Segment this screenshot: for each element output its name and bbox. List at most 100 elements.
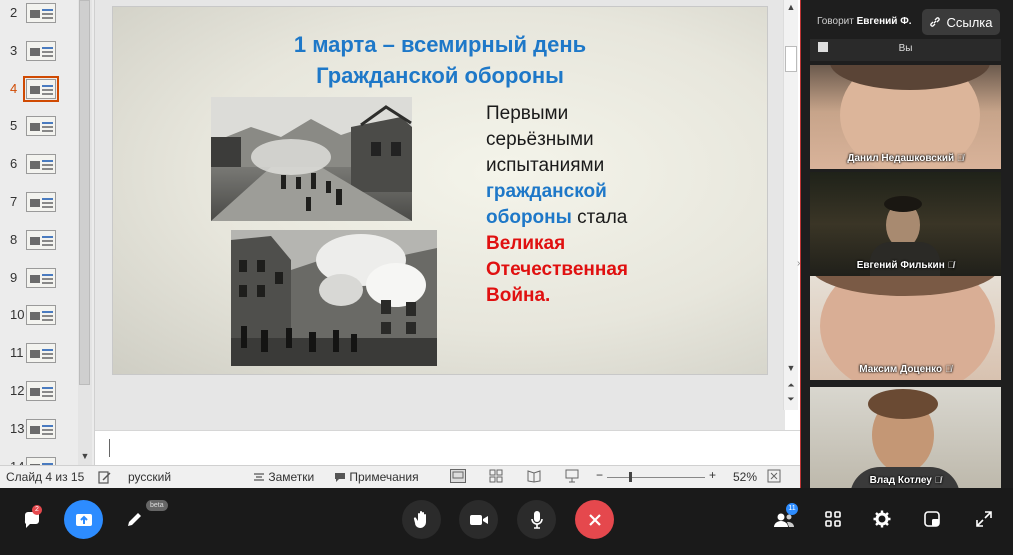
thumbnails-scroll-thumb[interactable] <box>79 0 90 385</box>
slide-thumbnail-number: 13 <box>10 420 25 436</box>
zoom-slider-track[interactable] <box>607 477 705 478</box>
hand-icon <box>413 510 426 528</box>
chat-badge: 2 <box>32 505 42 515</box>
slide-thumbnail[interactable]: 9 <box>0 264 80 290</box>
copy-link-button[interactable]: Ссылка <box>922 9 1000 35</box>
normal-view-button[interactable] <box>450 469 466 486</box>
leave-meeting-button[interactable] <box>575 500 614 539</box>
settings-button[interactable] <box>871 508 893 530</box>
comments-toggle-button[interactable]: Примечания <box>334 470 419 484</box>
speaking-prefix: Говорит <box>817 16 854 27</box>
slide-thumbnail[interactable]: 12 <box>0 377 80 403</box>
slide-thumbnail-number: 4 <box>10 80 18 96</box>
slide-text-line-4: гражданской <box>486 181 607 202</box>
slide-text-line-6: Великая <box>486 233 566 254</box>
whiteboard-button[interactable] <box>122 508 146 532</box>
slide-thumbnail-preview[interactable] <box>26 305 56 326</box>
share-screen-button[interactable] <box>64 500 103 539</box>
microphone-toggle-button[interactable] <box>517 500 556 539</box>
grid-icon <box>825 511 841 527</box>
layout-mode-button[interactable] <box>921 508 943 530</box>
gear-icon <box>873 510 891 528</box>
chat-button[interactable]: 2 <box>20 505 44 532</box>
slide-text-line-8: Война. <box>486 285 551 306</box>
slide-thumbnail-preview[interactable] <box>26 381 56 401</box>
slide-thumbnail-preview[interactable] <box>26 418 56 439</box>
participant-video-tile[interactable]: Влад Котлеу 🎙̸ <box>810 387 1001 491</box>
slide-thumbnail[interactable]: 4 <box>0 75 80 102</box>
slide-thumbnail[interactable]: 6 <box>0 150 80 176</box>
zoom-slider-handle[interactable] <box>629 472 632 482</box>
slide-title-line-2: Гражданской обороны <box>316 63 564 88</box>
slide-canvas-area: 1 марта – всемирный день Гражданской обо… <box>95 0 798 430</box>
scroll-down-arrow-icon[interactable]: ▼ <box>784 363 798 373</box>
speaker-notes-area[interactable] <box>95 430 800 466</box>
zoom-in-button[interactable]: + <box>709 468 716 482</box>
slide-thumbnail[interactable]: 3 <box>0 37 80 63</box>
zoom-level[interactable]: 52% <box>733 470 757 484</box>
slide-thumbnail[interactable]: 10 <box>0 301 80 327</box>
reading-view-button[interactable] <box>527 469 541 486</box>
slide-text-line-3: испытаниями <box>486 155 605 176</box>
slide-thumbnail[interactable]: 7 <box>0 188 80 214</box>
slide-sorter-icon <box>489 469 503 483</box>
participants-button[interactable]: 11 <box>771 503 798 532</box>
slide-thumbnail[interactable]: 2 <box>0 0 80 25</box>
war-photo-street-image <box>211 97 412 221</box>
thumbnails-scrollbar[interactable]: ▼ <box>78 0 92 465</box>
slide-thumbnail-preview[interactable] <box>26 40 56 61</box>
slide-thumbnail-preview[interactable] <box>23 75 59 102</box>
slide-thumbnail[interactable]: 5 <box>0 112 80 138</box>
mic-muted-icon: 🎙̸ <box>947 260 955 270</box>
participant-video-tile[interactable]: Данил Недашковский 🎙̸ <box>810 65 1001 169</box>
participant-video-tile[interactable]: Максим Доценко 🎙̸ <box>810 276 1001 380</box>
panel-collapse-handle[interactable]: › <box>797 258 800 269</box>
participant-name: Данил Недашковский 🎙̸ <box>847 153 964 164</box>
war-photo-burning-city <box>231 230 437 366</box>
scroll-down-arrow-icon[interactable]: ▼ <box>78 451 92 463</box>
grid-layout-button[interactable] <box>822 508 844 530</box>
share-screen-icon <box>75 513 92 526</box>
spellcheck-icon[interactable] <box>98 470 112 484</box>
slide-counter: Слайд 4 из 15 <box>6 470 85 484</box>
self-video-tile[interactable]: Вы <box>810 39 1001 61</box>
language-indicator[interactable]: русский <box>128 470 171 484</box>
slide-thumbnail[interactable]: 14 <box>0 453 80 465</box>
notes-toggle-button[interactable]: Заметки <box>253 470 314 484</box>
slide-sorter-button[interactable] <box>489 469 503 486</box>
slide-thumbnail[interactable]: 8 <box>0 226 80 252</box>
slide-thumbnail-preview[interactable] <box>26 267 56 288</box>
meeting-toolbar: 2 beta 11 <box>0 488 1013 555</box>
slide-text-line-1: Первыми <box>486 103 569 124</box>
slide-thumbnail-preview[interactable] <box>26 343 56 364</box>
slide-thumbnail[interactable]: 11 <box>0 339 80 365</box>
next-slide-icon[interactable]: ⏷ <box>784 394 798 405</box>
slide-thumbnail-preview[interactable] <box>26 229 56 250</box>
slide-title-line-1: 1 марта – всемирный день <box>293 32 587 57</box>
scroll-up-arrow-icon[interactable]: ▲ <box>784 2 798 12</box>
slide-vertical-scrollbar[interactable]: ▲ ▼ ⏶ ⏷ <box>783 0 798 410</box>
raise-hand-button[interactable] <box>402 500 441 539</box>
zoom-out-button[interactable]: − <box>596 468 603 482</box>
slide-thumbnail-preview[interactable] <box>26 154 56 175</box>
slide-thumbnail-preview[interactable] <box>26 3 56 23</box>
camera-toggle-button[interactable] <box>459 500 498 539</box>
slideshow-button[interactable] <box>565 469 579 486</box>
slide-body-text: Первыми серьёзными испытаниями гражданск… <box>486 101 736 309</box>
slide-thumbnail-preview[interactable] <box>26 116 56 137</box>
slide-title: 1 марта – всемирный день Гражданской обо… <box>113 29 767 91</box>
participant-name: Максим Доценко 🎙̸ <box>859 364 952 375</box>
self-label: Вы <box>898 43 913 54</box>
current-slide: 1 марта – всемирный день Гражданской обо… <box>113 7 767 374</box>
war-photo-burning-city-image <box>231 230 437 366</box>
fullscreen-button[interactable] <box>973 508 995 530</box>
participant-video-tile[interactable]: Евгений Филькин 🎙̸ <box>810 172 1001 276</box>
slide-text-line-2: серьёзными <box>486 129 594 150</box>
active-speaker-indicator: Говорит Евгений Ф. <box>817 16 912 27</box>
slide-thumbnail-preview[interactable] <box>26 456 56 465</box>
fit-to-window-button[interactable] <box>767 469 781 486</box>
slide-scroll-thumb[interactable] <box>785 46 797 72</box>
slide-thumbnail-preview[interactable] <box>26 192 56 212</box>
previous-slide-icon[interactable]: ⏶ <box>784 380 798 391</box>
slide-thumbnail[interactable]: 13 <box>0 415 80 441</box>
